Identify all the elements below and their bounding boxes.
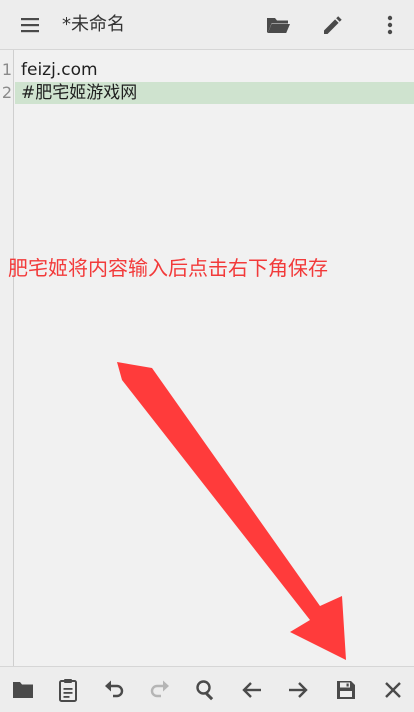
editor-line-current[interactable]: #肥宅姬游戏网 bbox=[15, 82, 414, 104]
save-icon[interactable] bbox=[323, 667, 369, 712]
redo-icon[interactable] bbox=[137, 667, 183, 712]
line-number: 2 bbox=[1, 83, 12, 102]
document-title: *未命名 bbox=[62, 14, 125, 35]
clipboard-icon[interactable] bbox=[45, 667, 91, 712]
folder-open-icon[interactable] bbox=[256, 0, 300, 50]
close-icon[interactable] bbox=[370, 667, 414, 712]
edit-icon[interactable] bbox=[311, 0, 355, 50]
more-vert-icon[interactable] bbox=[368, 0, 412, 50]
top-app-bar: *未命名 bbox=[0, 0, 414, 50]
editor-line[interactable]: feizj.com bbox=[15, 59, 414, 81]
line-number: 1 bbox=[1, 60, 12, 79]
undo-icon[interactable] bbox=[91, 667, 137, 712]
search-icon[interactable] bbox=[183, 667, 229, 712]
line-number-gutter: 1 2 bbox=[0, 50, 14, 666]
arrow-right-icon[interactable] bbox=[275, 667, 321, 712]
arrow-left-icon[interactable] bbox=[229, 667, 275, 712]
annotation-text: 肥宅姬将内容输入后点击右下角保存 bbox=[8, 256, 328, 280]
menu-icon[interactable] bbox=[8, 0, 52, 50]
text-editor[interactable]: 1 2 feizj.com #肥宅姬游戏网 bbox=[0, 50, 414, 666]
bottom-toolbar bbox=[0, 666, 414, 712]
folder-icon[interactable] bbox=[0, 667, 46, 712]
